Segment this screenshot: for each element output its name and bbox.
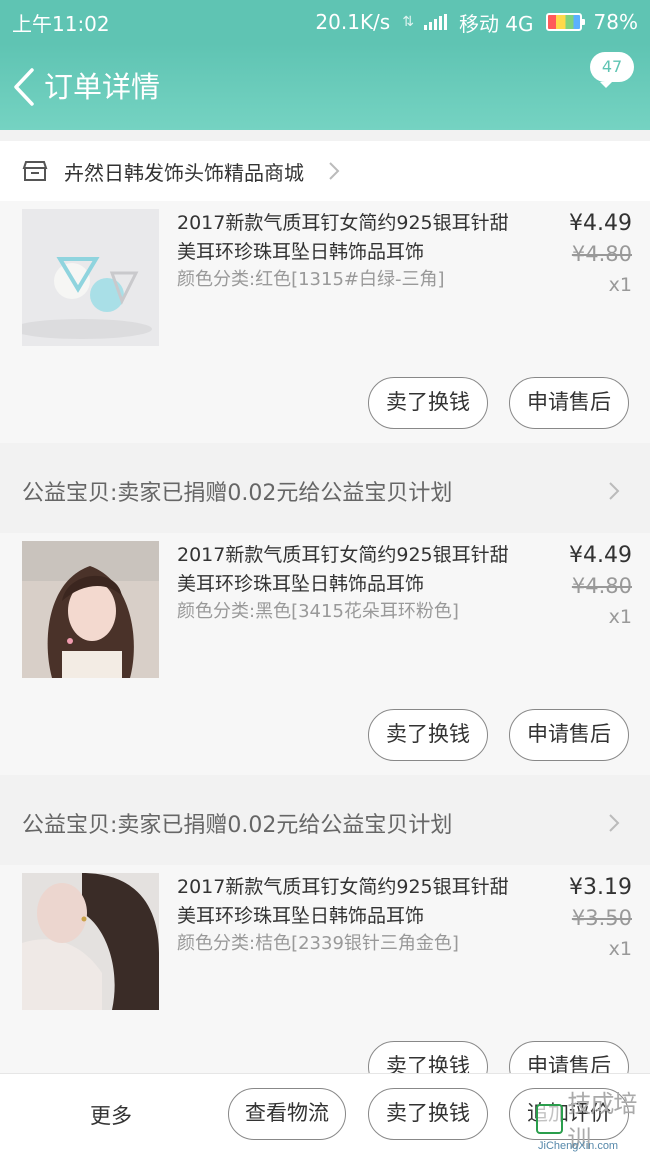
product-price: ¥4.49: [569, 543, 632, 568]
product-title: 2017新款气质耳钉女简约925银耳针甜美耳环珍珠耳坠日韩饰品耳饰: [177, 544, 509, 595]
shop-row[interactable]: 卉然日韩发饰头饰精品商城: [0, 141, 650, 201]
status-bar: 上午11:02 20.1K/s ⇅ 移动 4G 78%: [0, 0, 650, 44]
product-title: 2017新款气质耳钉女简约925银耳针甜美耳环珍珠耳坠日韩饰品耳饰: [177, 876, 509, 927]
charity-text: 公益宝贝:卖家已捐赠0.02元给公益宝贝计划: [22, 813, 453, 838]
shop-icon: [22, 161, 48, 181]
back-icon[interactable]: [10, 66, 40, 108]
product-price: ¥3.19: [569, 875, 632, 900]
original-price: ¥4.80: [571, 574, 632, 598]
battery-icon: [545, 13, 585, 31]
page-title: 订单详情: [44, 70, 161, 104]
view-logistics-button[interactable]: 查看物流: [228, 1088, 346, 1140]
order-item[interactable]: 2017新款气质耳钉女简约925银耳针甜美耳环珍珠耳坠日韩饰品耳饰 颜色分类:桔…: [0, 865, 650, 1107]
product-title: 2017新款气质耳钉女简约925银耳针甜美耳环珍珠耳坠日韩饰品耳饰: [177, 212, 509, 263]
status-time: 上午11:02: [12, 11, 110, 36]
watermark: 技成培训 JiChengXin.com: [536, 1090, 650, 1155]
product-image: [22, 209, 159, 346]
charity-row[interactable]: 公益宝贝:卖家已捐赠0.02元给公益宝贝计划: [0, 779, 650, 867]
charity-row[interactable]: 公益宝贝:卖家已捐赠0.02元给公益宝贝计划: [0, 447, 650, 535]
original-price: ¥4.80: [571, 242, 632, 266]
quantity: x1: [608, 938, 632, 960]
product-spec: 颜色分类:红色[1315#白绿-三角]: [177, 269, 445, 290]
chevron-right-icon: [609, 482, 620, 500]
product-image: [22, 541, 159, 678]
carrier-label: 移动 4G: [458, 11, 534, 36]
signal-icon: [423, 14, 447, 30]
sell-for-cash-button[interactable]: 卖了换钱: [368, 1088, 488, 1140]
after-sale-button[interactable]: 申请售后: [509, 377, 629, 429]
sell-for-cash-button[interactable]: 卖了换钱: [368, 709, 488, 761]
chevron-right-icon: [329, 162, 340, 180]
product-price: ¥4.49: [569, 211, 632, 236]
sell-for-cash-button[interactable]: 卖了换钱: [368, 377, 488, 429]
quantity: x1: [608, 606, 632, 628]
product-spec: 颜色分类:黑色[3415花朵耳环粉色]: [177, 601, 459, 622]
net-speed: 20.1K/s: [315, 10, 391, 34]
nav-bar: 订单详情: [0, 44, 650, 130]
charity-text: 公益宝贝:卖家已捐赠0.02元给公益宝贝计划: [22, 481, 453, 506]
product-image: [22, 873, 159, 1010]
original-price: ¥3.50: [571, 906, 632, 930]
data-activity-icon: ⇅: [402, 14, 414, 30]
battery-percent: 78%: [593, 10, 638, 34]
watermark-url: JiChengXin.com: [538, 1140, 619, 1152]
after-sale-button[interactable]: 申请售后: [509, 709, 629, 761]
more-actions-link[interactable]: 更多: [90, 1100, 132, 1130]
watermark-logo-icon: [536, 1104, 564, 1134]
shop-name: 卉然日韩发饰头饰精品商城: [64, 160, 304, 185]
quantity: x1: [608, 274, 632, 296]
chevron-right-icon: [609, 814, 620, 832]
order-item[interactable]: 2017新款气质耳钉女简约925银耳针甜美耳环珍珠耳坠日韩饰品耳饰 颜色分类:红…: [0, 201, 650, 443]
order-item[interactable]: 2017新款气质耳钉女简约925银耳针甜美耳环珍珠耳坠日韩饰品耳饰 颜色分类:黑…: [0, 533, 650, 775]
message-count-badge[interactable]: 47: [590, 52, 634, 88]
product-spec: 颜色分类:桔色[2339银针三角金色]: [177, 933, 459, 954]
